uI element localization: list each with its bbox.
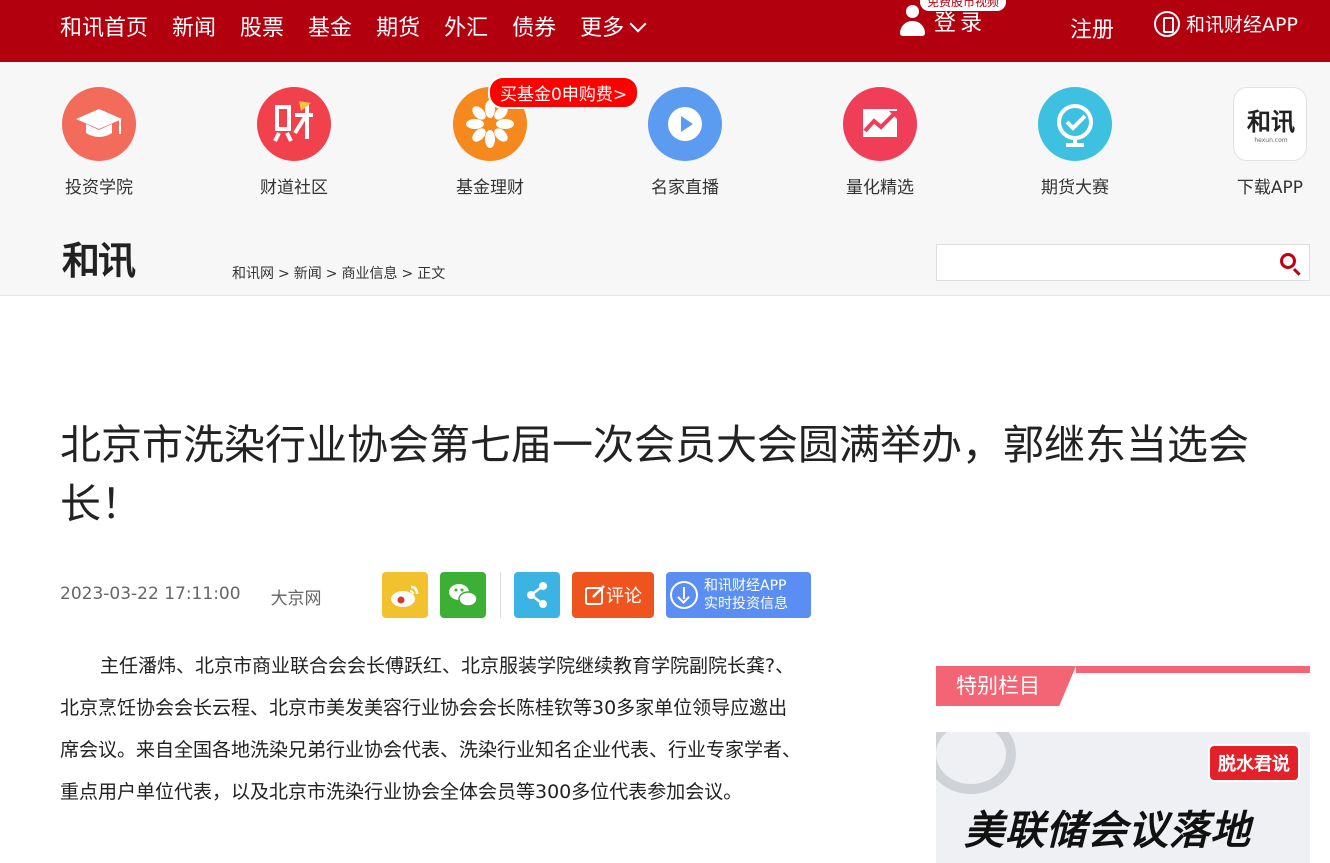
weibo-share-button[interactable] [382, 572, 428, 618]
svg-text:和讯: 和讯 [1247, 107, 1295, 136]
top-nav-bar: 和讯首页 新闻 股票 基金 期货 外汇 债券 更多 登录 免费股市视频 注册 和… [0, 0, 1330, 62]
service-label: 量化精选 [846, 178, 914, 198]
nav-forex[interactable]: 外汇 [444, 10, 488, 42]
breadcrumb-home[interactable]: 和讯网 [232, 266, 274, 282]
service-futures-contest[interactable]: 期货大赛 [1010, 87, 1140, 198]
breadcrumb-news[interactable]: 新闻 [294, 266, 322, 282]
special-column-card[interactable]: 脱水君说 美联储会议落地 [936, 732, 1310, 863]
cai-icon [257, 87, 331, 161]
play-icon [648, 87, 722, 161]
share-divider [500, 572, 501, 618]
svg-text:hexun.com: hexun.com [1254, 137, 1287, 144]
nav-home[interactable]: 和讯首页 [60, 10, 148, 42]
edit-icon [585, 585, 605, 605]
free-video-bubble[interactable]: 免费股市视频 [920, 0, 1007, 11]
article-date: 2023-03-22 17:11:00 [60, 584, 241, 604]
article-meta: 2023-03-22 17:11:00 大京网 [60, 584, 322, 609]
nav-more[interactable]: 更多 [580, 10, 647, 42]
special-column-header: 特别栏目 [936, 666, 1310, 706]
wechat-share-button[interactable] [440, 572, 486, 618]
chart-up-icon [843, 87, 917, 161]
download-icon [670, 581, 698, 609]
service-expert-live[interactable]: 名家直播 [620, 87, 750, 198]
article-body: 主任潘炜、北京市商业联合会会长傅跃红、北京服装学院继续教育学院副院长龚?、北京烹… [60, 655, 802, 803]
nav-funds[interactable]: 基金 [308, 10, 352, 42]
nav-stocks[interactable]: 股票 [240, 10, 284, 42]
nav-news[interactable]: 新闻 [172, 10, 216, 42]
app-download-link[interactable]: 和讯财经APP [1154, 10, 1298, 37]
app-download-label: 和讯财经APP [1186, 14, 1298, 36]
service-label: 投资学院 [65, 178, 133, 198]
mortarboard-icon [62, 87, 136, 161]
service-caidao-community[interactable]: 财道社区 [229, 87, 359, 198]
nav-bonds[interactable]: 债券 [512, 10, 556, 42]
search-icon[interactable] [1280, 253, 1296, 269]
share-icon [527, 582, 547, 608]
search-input[interactable] [937, 245, 1277, 278]
wechat-icon [449, 584, 478, 607]
app-promo-line1: 和讯财经APP [704, 578, 787, 594]
app-promo-text: 和讯财经APP 实时投资信息 [704, 577, 788, 613]
column-badge: 脱水君说 [1208, 744, 1300, 782]
service-label: 财道社区 [260, 178, 328, 198]
share-button[interactable] [514, 572, 560, 618]
article-title: 北京市洗染行业协会第七届一次会员大会圆满举办，郭继东当选会长！ [60, 421, 1249, 528]
nav-futures[interactable]: 期货 [376, 10, 420, 42]
card-headline: 美联储会议落地 [964, 808, 1251, 854]
globe-icon [1038, 87, 1112, 161]
service-label: 期货大赛 [1041, 178, 1109, 198]
service-invest-academy[interactable]: 投资学院 [34, 87, 164, 198]
comment-label: 评论 [606, 586, 642, 607]
article-source[interactable]: 大京网 [271, 584, 322, 609]
service-label: 名家直播 [651, 178, 719, 198]
register-link[interactable]: 注册 [1070, 12, 1114, 44]
comment-button[interactable]: 评论 [572, 572, 654, 618]
weibo-icon [391, 585, 419, 607]
header-accent-line [1076, 666, 1310, 673]
service-download-app[interactable]: 和讯 hexun.com 下载APP [1205, 87, 1330, 198]
breadcrumb-sep: > [278, 266, 290, 282]
fund-promo-tag[interactable]: 买基金0申购费> [488, 76, 640, 109]
breadcrumb: 和讯网 > 新闻 > 商业信息 > 正文 [232, 263, 445, 283]
service-strip: 投资学院 财道社区 基金理财 买基金0申购费> 名家直播 量化精选 期货大赛 和… [0, 62, 1330, 296]
search-box [936, 244, 1310, 281]
app-promo-button[interactable]: 和讯财经APP 实时投资信息 [666, 572, 811, 618]
coin-ring-decoration [936, 732, 1016, 794]
service-label: 下载APP [1236, 178, 1304, 198]
breadcrumb-sep: > [401, 266, 414, 282]
breadcrumb-current: 正文 [417, 266, 446, 282]
phone-icon [1154, 10, 1180, 37]
special-column-title: 特别栏目 [936, 666, 1076, 706]
service-label: 基金理财 [456, 178, 524, 198]
breadcrumb-business[interactable]: 商业信息 [341, 266, 397, 282]
chevron-down-icon [629, 15, 647, 33]
hexun-logo[interactable]: 和讯 [62, 230, 136, 285]
nav-more-label: 更多 [580, 16, 625, 41]
main-nav: 和讯首页 新闻 股票 基金 期货 外汇 债券 更多 [60, 0, 668, 52]
app-promo-line2: 实时投资信息 [704, 596, 788, 612]
breadcrumb-sep: > [325, 266, 338, 282]
service-quant-picks[interactable]: 量化精选 [815, 87, 945, 198]
share-bar: 评论 和讯财经APP 实时投资信息 [382, 572, 811, 618]
hexun-logo-icon: 和讯 hexun.com [1233, 87, 1307, 161]
